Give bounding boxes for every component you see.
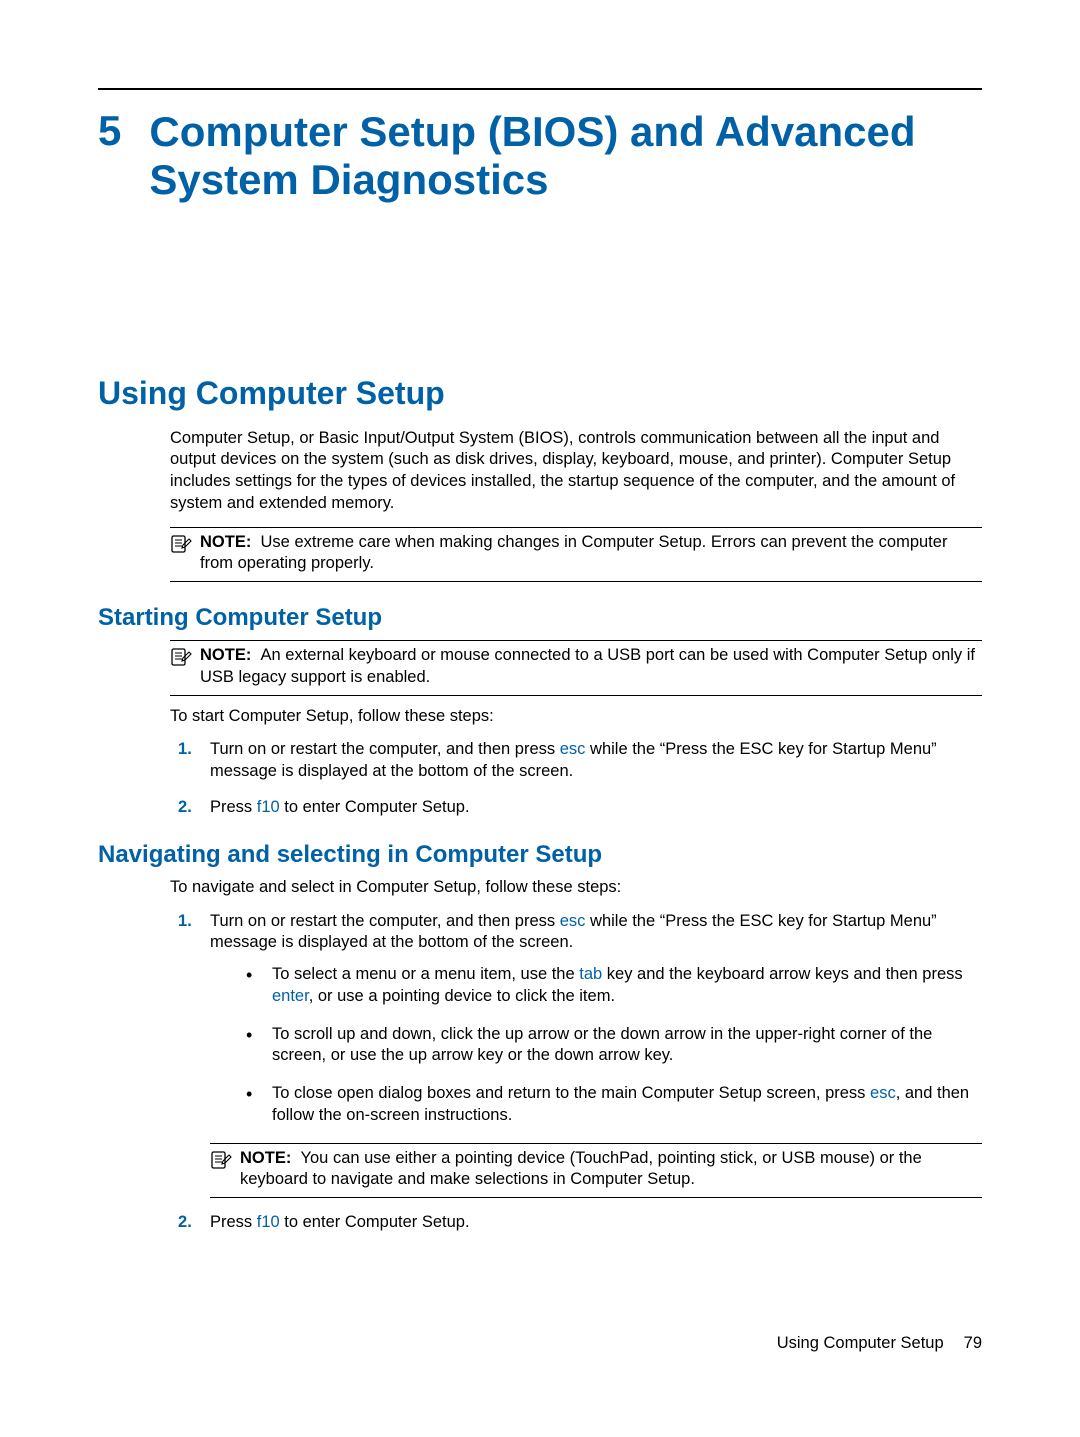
note-box: NOTE: You can use either a pointing devi… (210, 1143, 982, 1199)
bullet-text: To select a menu or a menu item, use the (272, 965, 579, 983)
step-text: Press (210, 1213, 257, 1231)
subsection-body: NOTE: An external keyboard or mouse conn… (98, 640, 982, 819)
note-body: You can use either a pointing device (To… (240, 1149, 922, 1189)
step-text: to enter Computer Setup. (280, 798, 470, 816)
list-item: To scroll up and down, click the up arro… (268, 1024, 982, 1068)
chapter-number: 5 (98, 108, 121, 154)
bullet-text: To close open dialog boxes and return to… (272, 1084, 870, 1102)
step-text: Turn on or restart the computer, and the… (210, 912, 560, 930)
note-label: NOTE: (200, 533, 251, 551)
note-box: NOTE: Use extreme care when making chang… (170, 527, 982, 583)
subsection-heading: Starting Computer Setup (98, 604, 982, 632)
note-icon (210, 1150, 232, 1172)
chapter-header: 5 Computer Setup (BIOS) and Advanced Sys… (98, 108, 982, 205)
note-icon (170, 534, 192, 556)
note-text: NOTE: You can use either a pointing devi… (240, 1148, 982, 1192)
note-label: NOTE: (200, 646, 251, 664)
key-esc: esc (560, 912, 586, 930)
list-item: Turn on or restart the computer, and the… (204, 739, 982, 783)
section-heading: Using Computer Setup (98, 375, 982, 412)
step-text: Turn on or restart the computer, and the… (210, 740, 560, 758)
note-body: An external keyboard or mouse connected … (200, 646, 975, 686)
note-text: NOTE: Use extreme care when making chang… (200, 532, 982, 576)
key-f10: f10 (257, 798, 280, 816)
bullet-list: To select a menu or a menu item, use the… (210, 964, 982, 1127)
note-box: NOTE: An external keyboard or mouse conn… (170, 640, 982, 696)
bullet-text: To scroll up and down, click the up arro… (272, 1025, 932, 1065)
bullet-text: , or use a pointing device to click the … (309, 987, 615, 1005)
note-icon (170, 647, 192, 669)
key-esc: esc (560, 740, 586, 758)
ordered-list: Turn on or restart the computer, and the… (170, 739, 982, 818)
key-enter: enter (272, 987, 309, 1005)
note-body: Use extreme care when making changes in … (200, 533, 947, 573)
chapter-title: Computer Setup (BIOS) and Advanced Syste… (149, 108, 982, 205)
page-number: 79 (964, 1334, 982, 1352)
list-item: Press f10 to enter Computer Setup. (204, 1212, 982, 1234)
intro-paragraph: Computer Setup, or Basic Input/Output Sy… (170, 428, 982, 515)
divider (98, 88, 982, 90)
note-label: NOTE: (240, 1149, 291, 1167)
document-page: 5 Computer Setup (BIOS) and Advanced Sys… (0, 0, 1080, 1234)
list-item: To close open dialog boxes and return to… (268, 1083, 982, 1127)
key-tab: tab (579, 965, 602, 983)
subsection-body: To navigate and select in Computer Setup… (98, 877, 982, 1234)
step-text: Press (210, 798, 257, 816)
section-body: Computer Setup, or Basic Input/Output Sy… (98, 428, 982, 583)
key-f10: f10 (257, 1213, 280, 1231)
note-text: NOTE: An external keyboard or mouse conn… (200, 645, 982, 689)
list-item: Turn on or restart the computer, and the… (204, 911, 982, 1199)
list-item: Press f10 to enter Computer Setup. (204, 797, 982, 819)
ordered-list: Turn on or restart the computer, and the… (170, 911, 982, 1234)
footer-section: Using Computer Setup (777, 1334, 944, 1352)
lead-paragraph: To navigate and select in Computer Setup… (170, 877, 982, 899)
step-text: to enter Computer Setup. (280, 1213, 470, 1231)
lead-paragraph: To start Computer Setup, follow these st… (170, 706, 982, 728)
list-item: To select a menu or a menu item, use the… (268, 964, 982, 1008)
page-footer: Using Computer Setup 79 (777, 1334, 982, 1353)
bullet-text: key and the keyboard arrow keys and then… (602, 965, 962, 983)
subsection-heading: Navigating and selecting in Computer Set… (98, 841, 982, 869)
key-esc: esc (870, 1084, 896, 1102)
